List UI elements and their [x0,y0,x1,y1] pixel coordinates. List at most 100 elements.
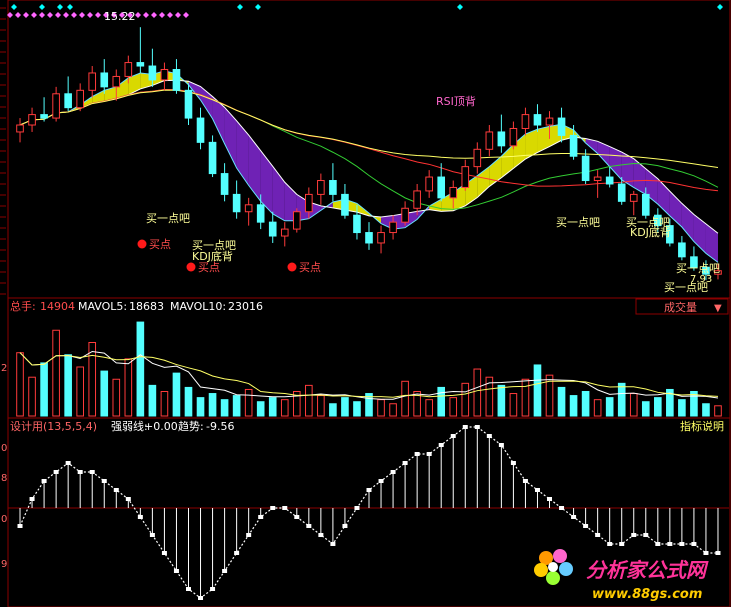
volume-bar-down [533,364,542,417]
volume-bar-down [353,401,361,417]
candle-body-up [425,176,433,192]
candle-body-down [641,193,650,216]
buy-point-dot [186,262,196,272]
volume-bar-down [617,382,626,417]
buy-a-bit-label-3: 买一点吧 [556,216,600,229]
candle-body-up [76,89,84,109]
candle-body-down [341,193,349,216]
strength-line-label: 强弱线: [111,419,148,433]
volume-bar-down [172,372,181,417]
stock-chart-canvas[interactable]: 15.22 RSI顶背 买一点吧 买一点吧 KDJ底背 买一点吧 买一点吧 KD… [0,0,731,607]
indicator-axis-tick-3: 0 [1,514,7,525]
candle-body-down [268,221,277,237]
indicator-name: 设计用(13,5,5,4) [10,420,97,433]
buy-point-label: 买点 [299,261,321,274]
volume-bar-down [641,401,650,417]
volume-bar-down [220,399,229,417]
volume-bar-down [136,321,145,417]
selector-label[interactable]: 成交量 [664,300,697,314]
volume-bar-down [100,370,109,417]
volume-total-value: 14904 [40,300,75,313]
volume-bar-down [196,397,205,417]
candle-body-up [461,166,470,188]
volume-bar-down [341,397,349,417]
candle-body-up [292,211,301,230]
volume-bar-down [232,395,241,417]
candle-body-up [88,72,97,91]
indicator-help-link[interactable]: 指标说明 [680,419,724,433]
volume-bar-down [581,391,590,417]
volume-bar-down [605,397,614,417]
buy-a-bit-label-1: 买一点吧 [146,212,190,225]
candle-body-up [305,193,313,213]
candle-body-down [353,214,361,234]
candle-body-down [100,72,109,88]
candle-body-down [605,176,614,185]
trend-label: 趋势: [178,420,204,433]
candle-body-down [329,180,337,195]
candle-body-up [112,75,121,88]
volume-bar-down [40,362,48,417]
volume-header: 总手: 14904 MAVOL5: 18683 MAVOL10: 23016 [10,299,263,313]
indicator-selector-dropdown[interactable]: 成交量 ▼ [635,298,729,315]
mavol5-value: 18683 [129,300,164,313]
mavol10-label: MAVOL10: [170,300,226,313]
volume-bar-down [256,401,265,417]
candle-body-up [52,93,60,119]
watermark-title: 分析家公式网 [586,558,709,582]
candle-body-down [365,232,373,244]
candle-body-up [16,124,24,133]
price-high-label: 15.22 [104,10,136,23]
candle-body-down [184,89,193,119]
candle-body-up [449,186,458,199]
candle-body-up [377,232,385,244]
volume-bar-down [148,384,157,417]
buy-point-dot [137,239,147,249]
candle-body-down [437,176,446,199]
volume-bar-down [64,354,72,417]
chevron-down-icon[interactable]: ▼ [714,303,722,314]
mavol10-value: 23016 [228,300,263,313]
trend-value: -9.56 [206,420,234,433]
volume-bar-down [184,386,193,417]
kdj-bottom-divergence-label-2: KDJ底背 [630,225,671,239]
candle-body-down [136,62,145,67]
indicator-axis-tick-1: 0 [1,443,7,454]
candle-body-down [232,193,241,213]
candle-body-up [473,148,482,168]
indicator-dot [234,551,240,555]
volume-axis-tick: 2 [1,363,7,374]
indicator-dot [137,515,143,519]
candle-body-up [509,127,518,147]
indicator-dot [342,524,348,528]
candle-body-down [497,131,506,147]
buy-a-bit-label-6: 买一点吧 [664,281,708,294]
volume-bar-down [654,397,662,417]
candle-body-up [485,131,494,150]
volume-bar-down [329,403,337,417]
indicator-axis-tick-2: 8 [1,473,7,484]
buy-point-label: 买点 [149,238,171,251]
indicator-header: 设计用(13,5,5,4) 强弱线: +0.00 趋势: -9.56 [10,419,234,433]
candle-body-down [557,117,566,136]
candle-body-down [196,117,205,143]
candle-body-up [401,207,409,223]
buy-point-label: 买点 [198,261,220,274]
volume-total-label: 总手: [10,299,36,313]
volume-bar-down [208,393,217,417]
indicator-dot [161,551,167,555]
watermark-url: www.88gs.com [592,587,702,602]
volume-bar-down [569,395,578,417]
candle-body-down [678,242,686,258]
candle-body-down [148,65,157,81]
candle-body-down [533,114,542,126]
candle-body-up [244,204,253,213]
volume-bar-down [678,399,686,417]
indicator-axis-tick-4: 9 [1,559,7,570]
indicator-dot [510,461,516,465]
candle-body-down [569,134,578,157]
candle-body-up [521,114,530,129]
candle-body-down [40,114,48,119]
volume-bar-down [557,386,566,417]
candle-body-up [124,62,133,77]
